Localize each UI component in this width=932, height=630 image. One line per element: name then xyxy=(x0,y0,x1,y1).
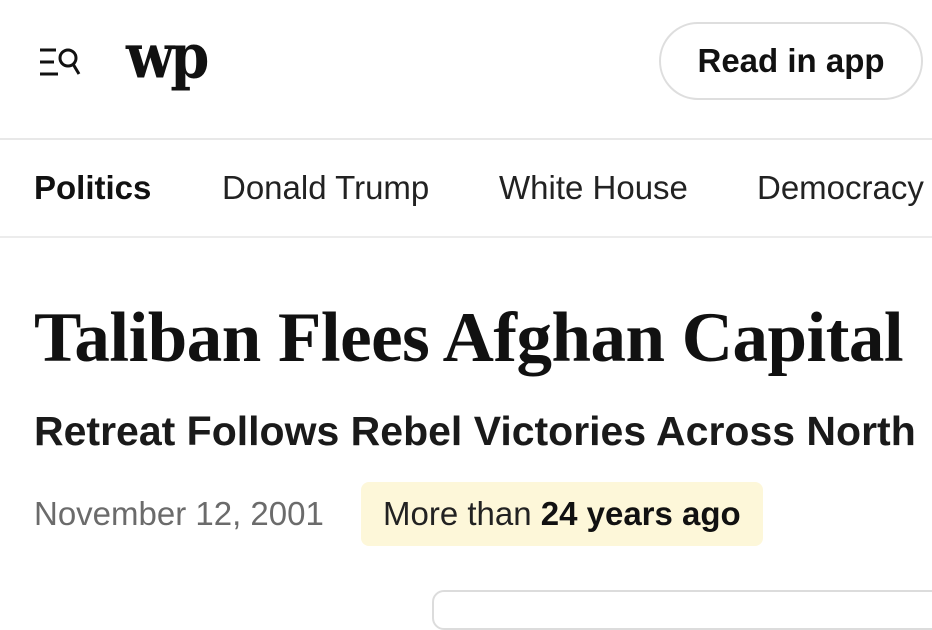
article-headline: Taliban Flees Afghan Capital xyxy=(34,299,904,377)
read-in-app-button[interactable]: Read in app xyxy=(659,22,923,100)
share-toolbar[interactable] xyxy=(432,590,932,630)
nav-item-donald-trump[interactable]: Donald Trump xyxy=(222,168,429,208)
nav-item-white-house[interactable]: White House xyxy=(499,168,688,208)
article-subheadline: Retreat Follows Rebel Victories Across N… xyxy=(34,408,916,454)
section-nav: Politics Donald Trump White House Democr… xyxy=(0,140,932,238)
nav-item-democracy[interactable]: Democracy xyxy=(757,168,924,208)
site-header: wp Read in app xyxy=(0,0,932,140)
site-logo[interactable]: wp xyxy=(126,26,209,88)
article-age-badge: More than 24 years ago xyxy=(361,482,763,546)
article-date: November 12, 2001 xyxy=(34,495,324,532)
age-badge-value: 24 years ago xyxy=(540,495,741,532)
menu-search-icon[interactable] xyxy=(34,38,84,88)
age-badge-prefix: More than xyxy=(383,495,541,532)
nav-item-politics[interactable]: Politics xyxy=(34,168,151,208)
